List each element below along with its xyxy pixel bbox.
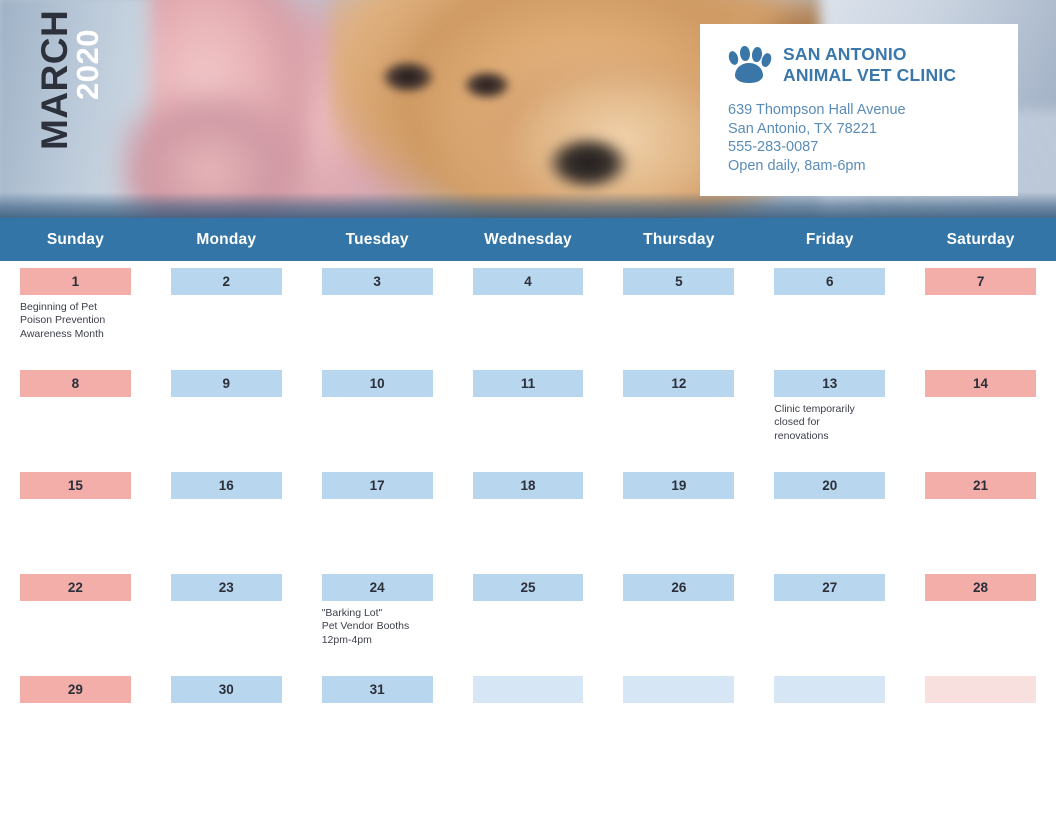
date-number: 28 — [925, 574, 1036, 601]
date-number: 7 — [925, 268, 1036, 295]
clinic-address-line1: 639 Thompson Hall Avenue — [728, 102, 906, 118]
weekday-header-friday: Friday — [805, 230, 854, 248]
calendar-day-17[interactable]: 17 — [302, 472, 453, 574]
date-number: 6 — [774, 268, 886, 295]
calendar-day-27[interactable]: 27 — [754, 574, 905, 676]
calendar-day-28[interactable]: 28 — [905, 574, 1056, 676]
calendar-day-10[interactable]: 10 — [302, 370, 453, 472]
date-number: 16 — [170, 472, 282, 499]
weekday-header-tuesday: Tuesday — [345, 230, 409, 248]
calendar-day-21[interactable]: 21 — [905, 472, 1056, 574]
date-number: 3 — [321, 268, 433, 295]
calendar-day-22[interactable]: 22 — [0, 574, 151, 676]
weekday-header-bar: Sunday Monday Tuesday Wednesday Thursday Frid… — [0, 218, 1056, 261]
calendar-day-empty[interactable] — [453, 676, 604, 778]
clinic-name-line1: SAN ANTONIO — [783, 44, 907, 64]
calendar-day-12[interactable]: 12 — [603, 370, 754, 472]
date-number: 25 — [472, 574, 584, 601]
calendar-day-5[interactable]: 5 — [603, 268, 754, 370]
date-number: 18 — [472, 472, 584, 499]
date-number — [925, 676, 1036, 703]
date-number: 31 — [321, 676, 433, 703]
calendar-day-2[interactable]: 2 — [151, 268, 302, 370]
clinic-info-card: SAN ANTONIO ANIMAL VET CLINIC 639 Thomps… — [700, 24, 1018, 196]
calendar-day-13[interactable]: 13 Clinic temporarily closed for renovati… — [754, 370, 905, 472]
calendar-day-26[interactable]: 26 — [603, 574, 754, 676]
weekday-header-saturday: Saturday — [946, 230, 1015, 248]
date-number: 15 — [20, 472, 131, 499]
day-event-text: Clinic temporarily closed for renovation… — [774, 403, 855, 442]
day-event-text: Beginning of Pet Poison Prevention Aware… — [20, 301, 106, 340]
clinic-address-line2: San Antonio, TX 78221 — [728, 120, 877, 137]
date-number: 20 — [774, 472, 886, 499]
date-number: 30 — [170, 676, 282, 703]
date-number: 27 — [774, 574, 886, 601]
date-number: 1 — [20, 268, 131, 295]
calendar-day-15[interactable]: 15 — [0, 472, 151, 574]
clinic-name: SAN ANTONIO ANIMAL VET CLINIC — [783, 44, 956, 86]
year-label: 2020 — [70, 29, 105, 100]
calendar-day-23[interactable]: 23 — [151, 574, 302, 676]
date-number: 8 — [20, 370, 131, 397]
date-number: 5 — [623, 268, 735, 295]
calendar-grid: 1 Beginning of Pet Poison Prevention Awar… — [0, 268, 1056, 778]
calendar-day-31[interactable]: 31 — [302, 676, 453, 778]
month-year-label: MARCH 2020 — [0, 0, 120, 218]
clinic-header: SAN ANTONIO ANIMAL VET CLINIC — [727, 44, 994, 86]
date-number: 17 — [321, 472, 433, 499]
calendar-day-24[interactable]: 24 "Barking Lot" Pet Vendor Booths 12pm-4… — [302, 574, 453, 676]
calendar-day-19[interactable]: 19 — [603, 472, 754, 574]
date-number: 29 — [20, 676, 131, 703]
calendar-day-25[interactable]: 25 — [453, 574, 604, 676]
calendar-day-1[interactable]: 1 Beginning of Pet Poison Prevention Awar… — [0, 268, 151, 370]
calendar-day-30[interactable]: 30 — [151, 676, 302, 778]
date-number: 4 — [472, 268, 584, 295]
weekday-header-monday: Monday — [196, 230, 257, 248]
paw-print-icon — [727, 45, 773, 85]
calendar-day-18[interactable]: 18 — [453, 472, 604, 574]
calendar-day-4[interactable]: 4 — [453, 268, 604, 370]
date-number: 11 — [472, 370, 584, 397]
calendar-day-empty[interactable] — [905, 676, 1056, 778]
date-number: 22 — [20, 574, 131, 601]
date-number — [472, 676, 584, 703]
calendar-day-9[interactable]: 9 — [151, 370, 302, 472]
calendar-day-29[interactable]: 29 — [0, 676, 151, 778]
calendar-day-8[interactable]: 8 — [0, 370, 151, 472]
date-number: 23 — [170, 574, 282, 601]
date-number: 2 — [170, 268, 282, 295]
clinic-hours: Open daily, 8am-6pm — [728, 157, 866, 174]
weekday-header-wednesday: Wednesday — [484, 230, 572, 248]
clinic-contact-details: 639 Thompson Hall Avenue San Antonio, TX… — [728, 101, 994, 175]
date-number: 19 — [623, 472, 735, 499]
calendar-day-empty[interactable] — [603, 676, 754, 778]
weekday-header-thursday: Thursday — [643, 230, 715, 248]
calendar-day-11[interactable]: 11 — [453, 370, 604, 472]
clinic-name-line2: ANIMAL VET CLINIC — [783, 65, 957, 85]
calendar-day-20[interactable]: 20 — [754, 472, 905, 574]
calendar-day-empty[interactable] — [754, 676, 905, 778]
date-number — [623, 676, 735, 703]
weekday-header-sunday: Sunday — [46, 230, 105, 248]
date-number: 9 — [170, 370, 282, 397]
calendar-day-3[interactable]: 3 — [302, 268, 453, 370]
date-number: 24 — [321, 574, 433, 601]
calendar-day-7[interactable]: 7 — [905, 268, 1056, 370]
date-number: 12 — [623, 370, 735, 397]
date-number: 21 — [925, 472, 1036, 499]
date-number: 13 — [774, 370, 886, 397]
date-number — [774, 676, 886, 703]
date-number: 26 — [623, 574, 735, 601]
calendar-day-6[interactable]: 6 — [754, 268, 905, 370]
date-number: 14 — [925, 370, 1036, 397]
calendar-day-14[interactable]: 14 — [905, 370, 1056, 472]
date-number: 10 — [321, 370, 433, 397]
day-event-text: "Barking Lot" Pet Vendor Booths 12pm-4pm — [321, 607, 410, 646]
calendar-day-16[interactable]: 16 — [151, 472, 302, 574]
clinic-phone: 555-283-0087 — [728, 139, 819, 156]
